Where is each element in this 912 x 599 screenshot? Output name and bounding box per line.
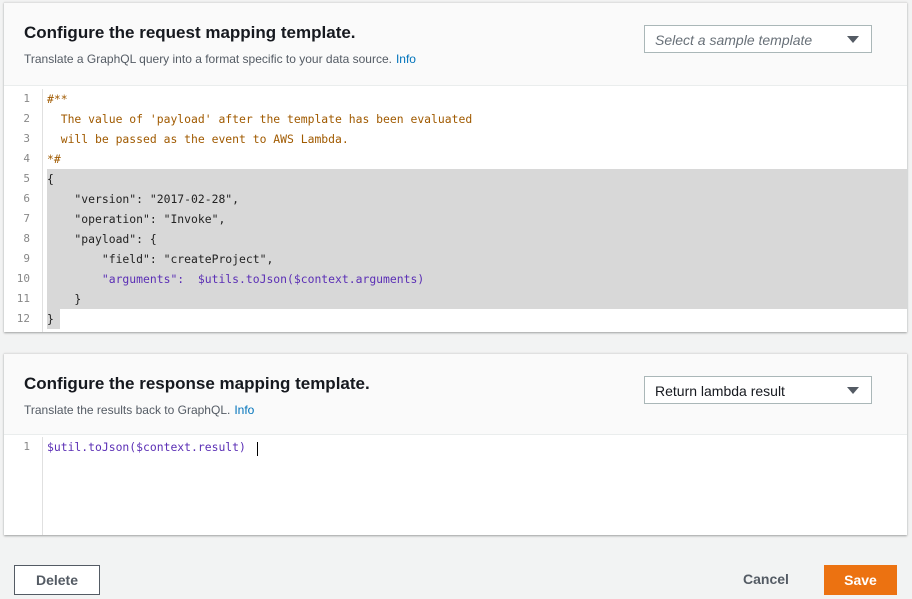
line-number: 1 [23, 440, 30, 453]
code-line: 5{ [4, 169, 907, 189]
line-number: 7 [23, 212, 30, 225]
response-template-value: Return lambda result [655, 383, 785, 399]
code-text: } [47, 292, 82, 306]
response-panel-title: Configure the response mapping template. [24, 374, 370, 393]
code-text: "arguments": $utils.toJson($context.argu… [47, 272, 425, 286]
code-text: #** [47, 92, 68, 106]
code-text: *# [47, 152, 61, 166]
code-text: $util.toJson($context.result) [47, 440, 246, 454]
code-line: 4 *# [4, 149, 907, 169]
code-line: 6 "version": "2017-02-28", [4, 189, 907, 209]
request-subtitle-text: Translate a GraphQL query into a format … [24, 52, 392, 66]
response-subtitle-text: Translate the results back to GraphQL. [24, 403, 231, 417]
code-line: 3 will be passed as the event to AWS Lam… [4, 129, 907, 149]
sample-template-placeholder: Select a sample template [655, 32, 813, 48]
code-line: 11 } [4, 289, 907, 309]
code-text: } [47, 312, 54, 326]
request-info-link[interactable]: Info [396, 52, 416, 66]
line-number: 5 [23, 172, 30, 185]
line-number: 12 [16, 312, 30, 325]
cancel-button[interactable]: Cancel [728, 565, 804, 595]
request-mapping-panel: Configure the request mapping template. … [4, 2, 907, 332]
response-panel-header: Configure the response mapping template.… [4, 354, 907, 435]
line-number: 11 [16, 292, 30, 305]
line-number: 10 [16, 272, 30, 285]
code-text: { [47, 172, 54, 186]
caret-down-icon [847, 36, 859, 43]
code-line: 10 "arguments": $utils.toJson($context.a… [4, 269, 907, 289]
response-panel-subtitle: Translate the results back to GraphQL. In… [24, 403, 254, 417]
request-code-editor[interactable]: 1 #** 2 The value of 'payload' after the … [4, 89, 907, 332]
request-panel-subtitle: Translate a GraphQL query into a format … [24, 52, 416, 66]
code-line: 2 The value of 'payload' after the templ… [4, 109, 907, 129]
code-text: The value of 'payload' after the templat… [47, 112, 473, 126]
code-text: "operation": "Invoke", [47, 212, 226, 226]
line-number: 8 [23, 232, 30, 245]
code-line: 7 "operation": "Invoke", [4, 209, 907, 229]
line-number: 4 [23, 152, 30, 165]
caret-down-icon [847, 387, 859, 394]
line-number: 3 [23, 132, 30, 145]
response-template-select[interactable]: Return lambda result [644, 376, 872, 404]
code-text: will be passed as the event to AWS Lambd… [47, 132, 349, 146]
sample-template-select[interactable]: Select a sample template [644, 25, 872, 53]
code-line: 12} [4, 309, 907, 329]
code-line: 1 #** [4, 89, 907, 109]
request-panel-header: Configure the request mapping template. … [4, 3, 907, 86]
code-line: 1 $util.toJson($context.result) [4, 437, 907, 457]
code-line: 9 "field": "createProject", [4, 249, 907, 269]
delete-button[interactable]: Delete [14, 565, 100, 595]
response-code-editor[interactable]: 1 $util.toJson($context.result) [4, 437, 907, 535]
request-panel-title: Configure the request mapping template. [24, 23, 356, 42]
line-number: 6 [23, 192, 30, 205]
code-text: "field": "createProject", [47, 252, 274, 266]
line-number: 1 [23, 92, 30, 105]
response-info-link[interactable]: Info [234, 403, 254, 417]
text-cursor [257, 442, 258, 456]
code-text: "payload": { [47, 232, 157, 246]
line-number: 9 [23, 252, 30, 265]
response-mapping-panel: Configure the response mapping template.… [4, 353, 907, 535]
line-number: 2 [23, 112, 30, 125]
save-button[interactable]: Save [824, 565, 897, 595]
code-line: 8 "payload": { [4, 229, 907, 249]
code-text: "version": "2017-02-28", [47, 192, 240, 206]
